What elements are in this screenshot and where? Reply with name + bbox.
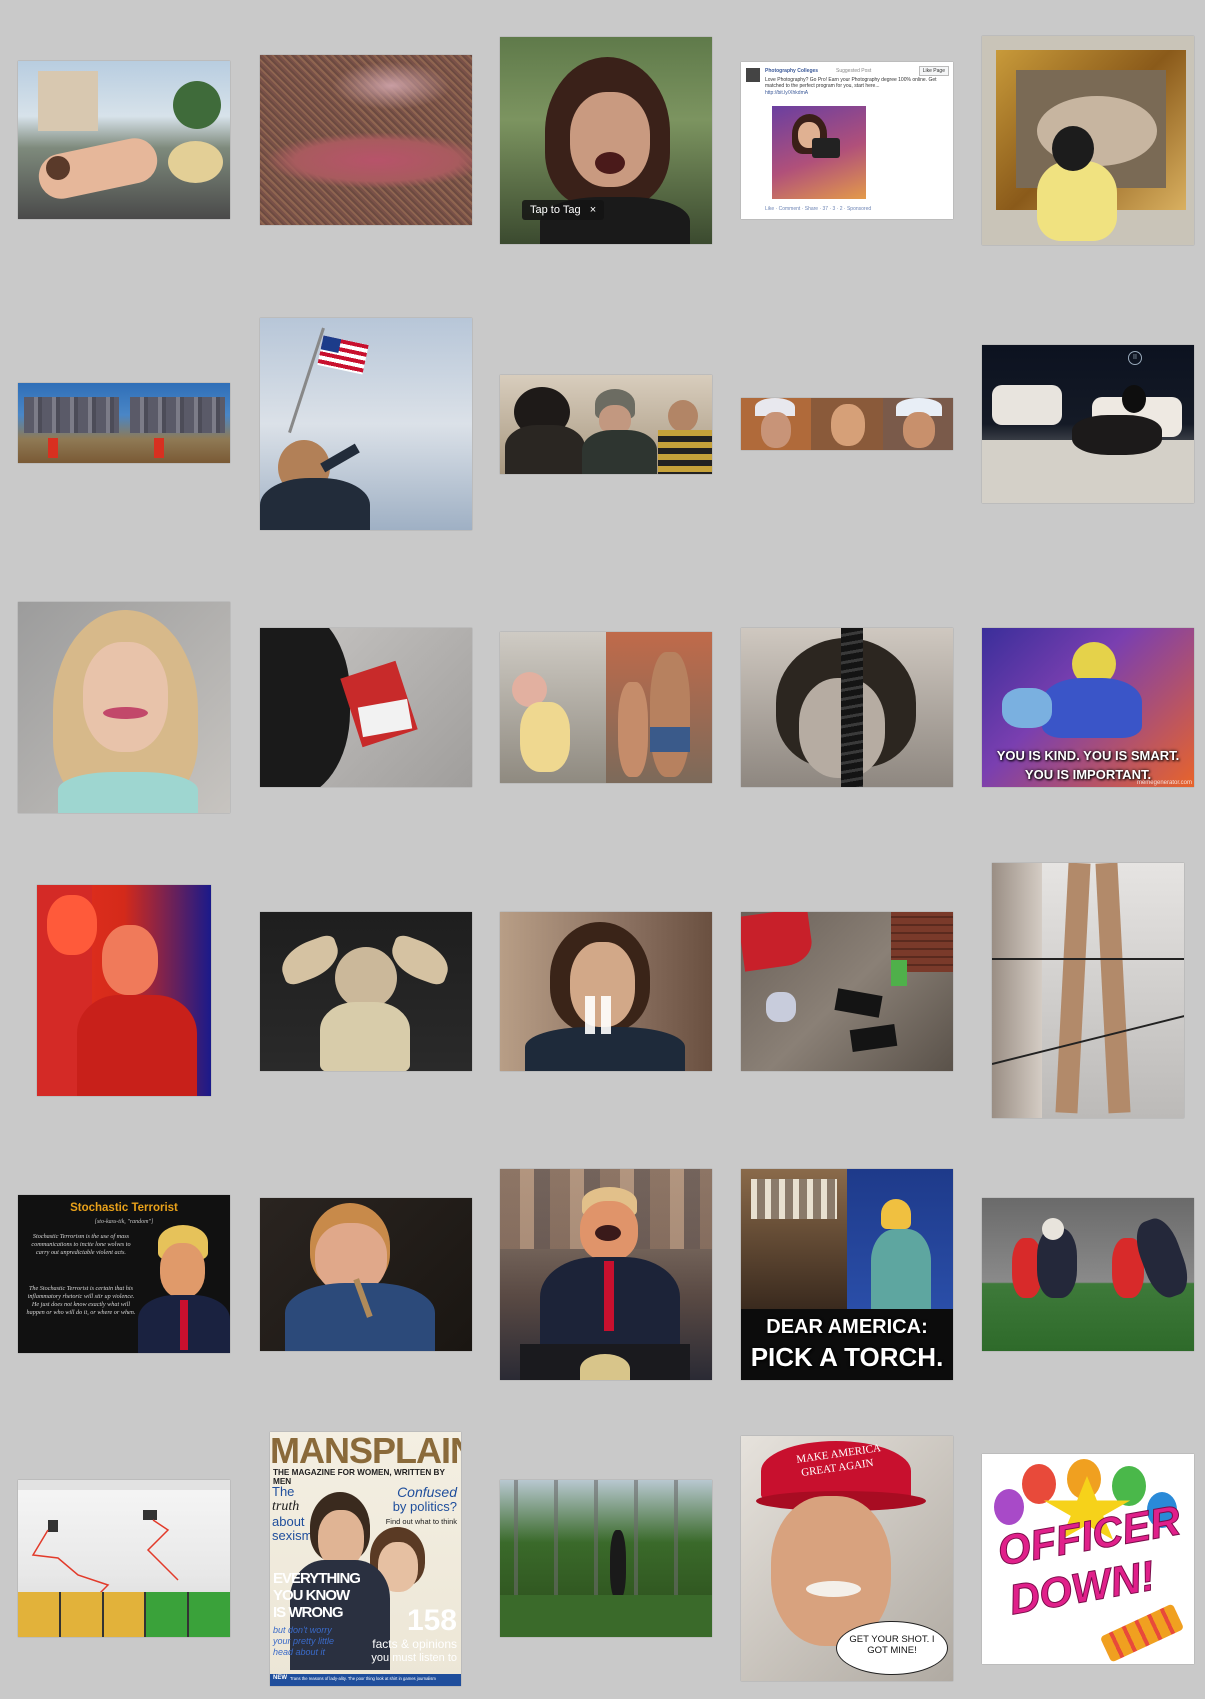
mag-number: 158: [406, 1604, 457, 1637]
mag-footer: Trans the reasons of lady-ality. The poo…: [290, 1676, 436, 1681]
tap-to-tag-label[interactable]: Tap to Tag ×: [522, 200, 605, 220]
mag-sub3: head about it: [273, 1647, 326, 1657]
grid-image-banana-and-men[interactable]: [500, 632, 712, 783]
grid-image-noisy-lips[interactable]: [260, 55, 472, 225]
mag-left1: The: [272, 1484, 295, 1499]
mag-sub1: but don't worry: [273, 1625, 332, 1635]
st-pronunciation: [sto-kass-tik, "random"]: [94, 1219, 154, 1225]
grid-image-smiling-blonde-woman[interactable]: [18, 602, 230, 813]
image-grid: Tap to Tag × Photography Colleges Sugges…: [0, 0, 1205, 1699]
grid-image-lockers-diagram[interactable]: [18, 1480, 230, 1637]
mag-big1: EVERYTHING: [273, 1570, 361, 1587]
fb-post-meta: Suggested Post: [836, 68, 872, 74]
meme-watermark: memegenerator.com: [1136, 780, 1192, 786]
fb-like-page-button[interactable]: Like Page: [918, 66, 949, 76]
grid-image-doll-on-street[interactable]: [18, 61, 230, 219]
fb-ad-photo[interactable]: [772, 106, 866, 199]
mag-left3: about: [272, 1514, 305, 1529]
grid-image-tire-and-magazine[interactable]: [260, 628, 472, 787]
fb-page-name[interactable]: Photography Colleges: [765, 68, 818, 74]
mag-num2: you must listen to: [371, 1652, 457, 1664]
american-flag: [317, 335, 369, 375]
st-definition-1: Stochastic Terrorism is the use of mass …: [31, 1233, 131, 1256]
grid-image-woman-on-bed[interactable]: II: [982, 345, 1194, 503]
close-icon[interactable]: ×: [590, 204, 596, 216]
dear-america-line2: PICK A TORCH.: [750, 1342, 944, 1372]
grid-image-three-faces[interactable]: [741, 398, 953, 450]
grid-image-skeletor-meme[interactable]: YOU IS KIND. YOU IS SMART. YOU IS IMPORT…: [982, 628, 1194, 787]
pause-icon[interactable]: II: [1128, 351, 1142, 365]
tap-to-tag-text: Tap to Tag: [530, 204, 581, 216]
grid-image-red-couple[interactable]: [37, 885, 211, 1096]
grid-image-woman-with-braid[interactable]: [741, 628, 953, 787]
grid-image-mansplain-magazine[interactable]: MANSPLAIN THE MAGAZINE FOR WOMEN, WRITTE…: [270, 1432, 461, 1686]
grid-image-officer-down[interactable]: OFFICER DOWN!: [982, 1454, 1194, 1664]
grid-image-white-dress-legs[interactable]: [992, 863, 1184, 1118]
meme-caption-line1: YOU IS KIND. YOU IS SMART.: [996, 748, 1180, 763]
presidential-seal: [580, 1354, 630, 1380]
grid-image-boris-rugby[interactable]: [982, 1198, 1194, 1351]
grid-image-stochastic-terrorist[interactable]: Stochastic Terrorist [sto-kass-tik, "ran…: [18, 1195, 230, 1353]
grid-image-maga-selfie[interactable]: MAKE AMERICA GREAT AGAIN GET YOUR SHOT. …: [741, 1436, 953, 1681]
grid-image-dear-america[interactable]: DEAR AMERICA: PICK A TORCH.: [741, 1169, 953, 1380]
grid-image-litter-on-pavement[interactable]: [741, 912, 953, 1071]
mag-big3: IS WRONG: [273, 1604, 343, 1621]
party-horn: [1099, 1603, 1185, 1663]
grid-image-gorilla-mask-scene[interactable]: [500, 375, 712, 474]
fb-avatar: [746, 68, 760, 82]
fb-post-link[interactable]: http://bit.ly/XhkdmA: [765, 90, 808, 96]
grid-image-boy-saluting-flag[interactable]: [260, 318, 472, 530]
mag-big2: YOU KNOW: [273, 1587, 350, 1604]
st-title: Stochastic Terrorist: [70, 1202, 178, 1214]
grid-image-facebook-ad[interactable]: Photography Colleges Suggested Post Like…: [741, 62, 953, 219]
grid-image-crying-woman[interactable]: Tap to Tag ×: [500, 37, 712, 244]
mag-masthead: MANSPLAIN: [270, 1432, 461, 1471]
mag-num1: facts & opinions: [372, 1637, 457, 1651]
grid-image-dobby-figure[interactable]: [260, 912, 472, 1071]
grid-image-trump-rally[interactable]: [500, 1169, 712, 1380]
grid-image-woman-video-paused[interactable]: [500, 912, 712, 1071]
mag-footer-new: NEW: [273, 1675, 287, 1681]
pause-icon[interactable]: [585, 996, 615, 1036]
st-definition-2: The Stochastic Terrorist is certain that…: [26, 1285, 136, 1316]
fb-post-body: Love Photography? Go Pro! Earn your Phot…: [765, 77, 937, 89]
grid-image-stonehenge-diptych[interactable]: [18, 383, 230, 463]
grid-image-toddler-eating[interactable]: [260, 1198, 472, 1351]
mag-right1: Confused: [397, 1484, 457, 1500]
mag-left2: truth: [272, 1499, 300, 1514]
mag-right2: by politics?: [392, 1499, 457, 1514]
grid-image-mirrored-park[interactable]: [500, 1480, 712, 1637]
dear-america-line1: DEAR AMERICA:: [766, 1316, 928, 1338]
mag-right3: Find out what to think: [385, 1517, 457, 1526]
speech-bubble-text: GET YOUR SHOT. I GOT MINE!: [849, 1634, 935, 1656]
mag-left4: sexism: [272, 1528, 313, 1543]
mag-sub2: your pretty little: [273, 1636, 335, 1646]
fb-post-footer: Like · Comment · Share · 37 · 3 · 2 · Sp…: [765, 206, 872, 212]
grid-image-framed-painting[interactable]: [982, 36, 1194, 245]
